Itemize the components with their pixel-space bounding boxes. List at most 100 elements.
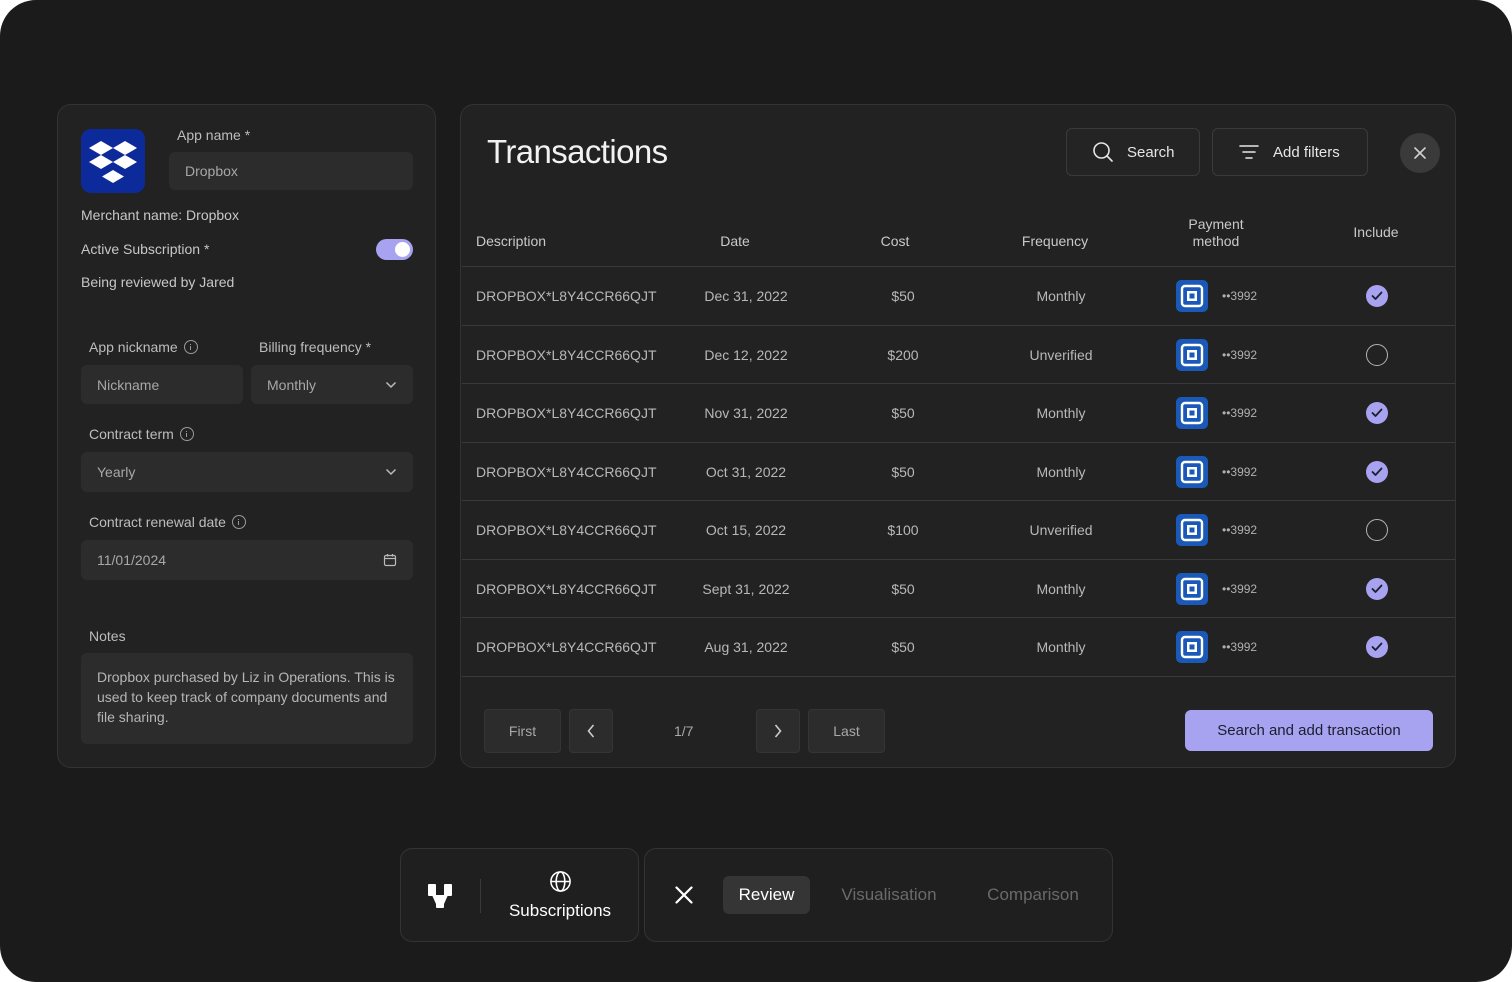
cell-frequency: Monthly <box>1036 405 1086 421</box>
bank-icon <box>1176 338 1208 371</box>
cell-payment-method: ••3992 <box>1176 326 1257 384</box>
chevron-right-icon <box>774 724 782 738</box>
cell-include <box>1366 267 1388 325</box>
card-number: ••3992 <box>1222 523 1258 537</box>
cell-date: Oct 15, 2022 <box>705 522 787 538</box>
cell-cost: $50 <box>891 580 915 597</box>
bank-icon <box>1176 572 1208 605</box>
header-description: Description <box>476 233 547 249</box>
billing-frequency-value: Monthly <box>267 376 317 393</box>
prev-page-button[interactable] <box>569 709 613 753</box>
first-page-button[interactable]: First <box>484 709 561 753</box>
header-cost: Cost <box>880 233 910 249</box>
cell-payment-method: ••3992 <box>1176 443 1257 501</box>
close-icon[interactable] <box>675 886 693 904</box>
table-row[interactable]: DROPBOX*L8Y4CCR66QJT Dec 12, 2022 $200 Unve… <box>462 324 1455 384</box>
notes-textarea[interactable]: Dropbox purchased by Liz in Operations. … <box>81 653 413 744</box>
check-icon <box>1371 405 1383 421</box>
renewal-date-input[interactable]: 11/01/2024 <box>81 540 413 580</box>
include-checkbox-unchecked[interactable] <box>1366 519 1388 541</box>
notes-label: Notes <box>89 628 126 644</box>
nickname-input[interactable]: Nickname <box>81 365 243 404</box>
add-filters-button[interactable]: Add filters <box>1212 128 1368 176</box>
header-date: Date <box>720 233 750 249</box>
table-row[interactable]: DROPBOX*L8Y4CCR66QJT Nov 31, 2022 $50 Month… <box>462 383 1455 441</box>
bank-icon <box>1176 280 1208 312</box>
cell-cost: $50 <box>891 288 915 304</box>
info-icon[interactable] <box>183 340 198 354</box>
cell-include <box>1366 618 1388 676</box>
renewal-date-label: Contract renewal date <box>89 514 226 530</box>
bottom-nav-left: Subscriptions <box>400 848 639 942</box>
renewal-label-wrap: Contract renewal date <box>89 514 246 530</box>
check-icon <box>1371 639 1383 655</box>
chevron-left-icon <box>587 724 595 738</box>
nickname-label-wrap: App nickname <box>89 339 198 355</box>
cell-frequency: Monthly <box>1036 288 1086 304</box>
next-page-button[interactable] <box>756 709 800 753</box>
card-number: ••3992 <box>1222 347 1258 362</box>
info-icon[interactable] <box>231 515 246 529</box>
cell-description: DROPBOX*L8Y4CCR66QJT <box>476 580 657 597</box>
table-row[interactable]: DROPBOX*L8Y4CCR66QJT Oct 15, 2022 $100 Unve… <box>462 500 1455 558</box>
cell-include <box>1366 443 1388 501</box>
cell-payment-method: ••3992 <box>1176 384 1257 442</box>
include-checkbox-checked[interactable] <box>1366 402 1388 424</box>
nickname-label: App nickname <box>89 339 178 355</box>
search-button[interactable]: Search <box>1066 128 1200 176</box>
check-icon <box>1371 464 1383 480</box>
billing-frequency-label: Billing frequency * <box>259 339 372 355</box>
cell-description: DROPBOX*L8Y4CCR66QJT <box>476 639 657 655</box>
contract-term-label-wrap: Contract term <box>89 426 194 442</box>
bottom-nav-right: Review Visualisation Comparison <box>644 848 1113 942</box>
include-checkbox-checked[interactable] <box>1366 636 1388 658</box>
last-page-button[interactable]: Last <box>808 709 885 753</box>
cell-include <box>1366 384 1388 442</box>
cell-include <box>1366 560 1388 618</box>
page-indicator: 1/7 <box>674 723 694 739</box>
card-number: ••3992 <box>1222 464 1258 479</box>
bank-icon <box>1176 397 1208 429</box>
include-checkbox-checked[interactable] <box>1366 460 1388 483</box>
tab-comparison[interactable]: Comparison <box>973 876 1093 914</box>
close-icon <box>1414 147 1426 159</box>
cell-payment-method: ••3992 <box>1176 267 1257 325</box>
table-row[interactable]: DROPBOX*L8Y4CCR66QJT Oct 31, 2022 $50 Month… <box>462 441 1455 501</box>
table-row[interactable]: DROPBOX*L8Y4CCR66QJT Aug 31, 2022 $50 Month… <box>462 617 1455 675</box>
cell-date: Dec 31, 2022 <box>704 288 788 304</box>
table-row[interactable]: DROPBOX*L8Y4CCR66QJT Dec 31, 2022 $50 Month… <box>462 266 1455 324</box>
header-payment-method: Payment method <box>1166 216 1266 250</box>
include-checkbox-checked[interactable] <box>1366 285 1388 307</box>
app-name-input[interactable]: Dropbox <box>169 152 413 190</box>
contract-term-select[interactable]: Yearly <box>81 452 413 492</box>
active-subscription-toggle[interactable] <box>376 239 413 260</box>
bank-icon <box>1176 514 1208 546</box>
cell-frequency: Unverified <box>1029 346 1093 363</box>
tab-review[interactable]: Review <box>723 876 810 914</box>
include-checkbox-checked[interactable] <box>1366 577 1388 600</box>
close-button[interactable] <box>1400 133 1440 173</box>
header-include: Include <box>1353 224 1399 240</box>
table-row[interactable]: DROPBOX*L8Y4CCR66QJT Sept 31, 2022 $50 Mont… <box>462 558 1455 618</box>
search-add-transaction-button[interactable]: Search and add transaction <box>1185 710 1433 751</box>
app-name-label: App name * <box>177 127 251 143</box>
app-screen: App name * Dropbox Merchant name: Dropbo… <box>0 0 1512 982</box>
header-frequency: Frequency <box>1021 233 1089 249</box>
include-checkbox-unchecked[interactable] <box>1366 343 1388 366</box>
subscriptions-nav-label[interactable]: Subscriptions <box>501 901 619 921</box>
brand-logo-icon[interactable] <box>428 884 452 908</box>
cell-cost: $50 <box>891 639 915 655</box>
contract-term-value: Yearly <box>97 464 136 480</box>
cell-description: DROPBOX*L8Y4CCR66QJT <box>476 288 657 304</box>
globe-icon <box>550 871 571 892</box>
cell-include <box>1366 501 1388 559</box>
search-button-label: Search <box>1127 143 1175 161</box>
calendar-icon[interactable] <box>383 553 397 567</box>
info-icon[interactable] <box>179 427 194 441</box>
cell-description: DROPBOX*L8Y4CCR66QJT <box>476 522 657 538</box>
tab-visualisation[interactable]: Visualisation <box>830 876 948 914</box>
cell-description: DROPBOX*L8Y4CCR66QJT <box>476 463 657 480</box>
billing-frequency-select[interactable]: Monthly <box>251 365 413 404</box>
page-title: Transactions <box>487 133 668 170</box>
cell-cost: $50 <box>891 405 915 421</box>
